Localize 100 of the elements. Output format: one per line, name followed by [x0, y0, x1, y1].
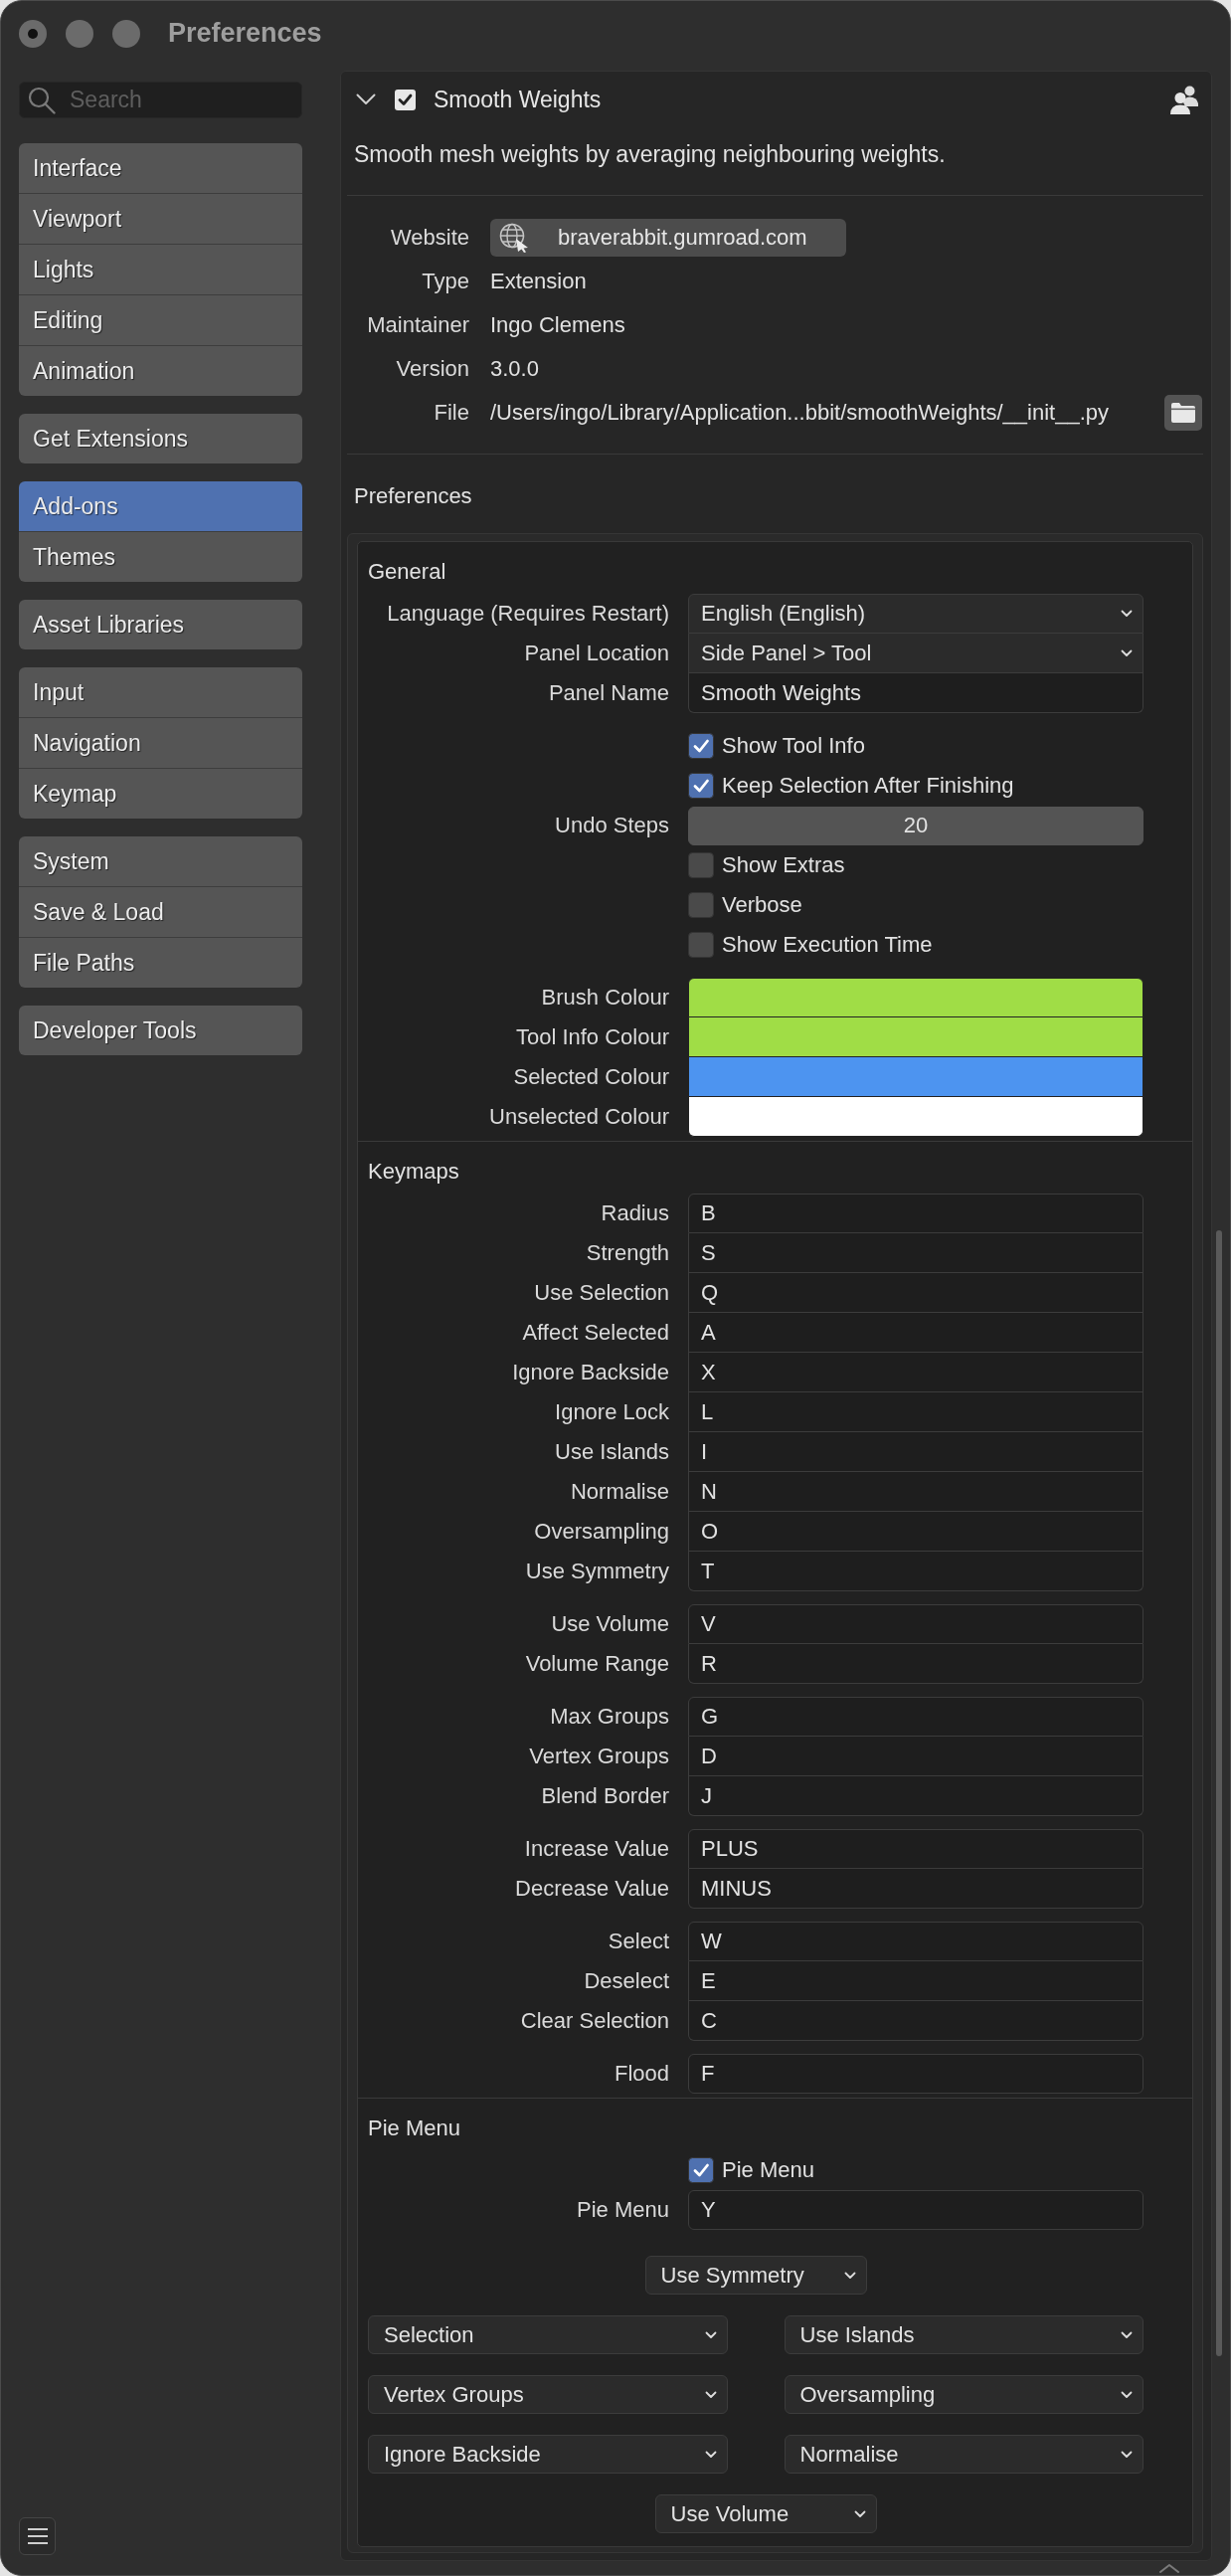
sidebar-item[interactable]: Interface	[19, 143, 302, 193]
shortcut-field[interactable]: V	[688, 1604, 1143, 1644]
chevron-down-icon[interactable]	[1121, 2390, 1133, 2399]
shortcut-field[interactable]: X	[688, 1353, 1143, 1392]
checkbox[interactable]	[688, 852, 714, 878]
users-icon[interactable]	[1170, 85, 1198, 114]
sidebar-item[interactable]: Navigation	[19, 717, 302, 768]
sidebar-item[interactable]: Animation	[19, 345, 302, 396]
info-value: 3.0.0	[490, 356, 539, 382]
dropdown[interactable]: Side Panel > Tool	[688, 634, 1143, 673]
checkbox[interactable]	[688, 892, 714, 918]
chevron-down-icon[interactable]	[1121, 2450, 1133, 2459]
shortcut-field[interactable]: O	[688, 1512, 1143, 1552]
section-heading: Preferences	[354, 483, 472, 508]
field-label: Ignore Backside	[512, 1360, 669, 1385]
checkbox-label: Pie Menu	[722, 2157, 814, 2183]
chevron-down-icon[interactable]	[704, 2390, 717, 2399]
chevron-up-icon[interactable]	[1158, 2563, 1180, 2573]
field-label: Affect Selected	[522, 1320, 669, 1346]
dropdown[interactable]: Oversampling	[784, 2375, 1143, 2414]
field-label: Use Symmetry	[525, 1559, 669, 1584]
number-field[interactable]: 20	[688, 806, 1143, 845]
sidebar-item[interactable]: Viewport	[19, 193, 302, 244]
chevron-down-icon[interactable]	[843, 2271, 856, 2280]
search-icon	[28, 86, 56, 114]
chevron-down-icon[interactable]	[704, 2450, 717, 2459]
info-label: Website	[390, 225, 469, 251]
shortcut-field[interactable]: D	[688, 1737, 1143, 1776]
sidebar-item[interactable]: Editing	[19, 294, 302, 345]
globe-icon[interactable]	[499, 223, 529, 253]
dropdown[interactable]: Vertex Groups	[368, 2375, 728, 2414]
folder-button[interactable]	[1164, 395, 1202, 431]
shortcut-field[interactable]: Q	[688, 1273, 1143, 1313]
checkbox[interactable]	[395, 89, 416, 110]
dropdown[interactable]: Selection	[368, 2315, 728, 2354]
checkbox[interactable]	[688, 2157, 714, 2183]
checkbox-label: Verbose	[722, 892, 802, 918]
window-close-icon[interactable]	[19, 19, 47, 48]
shortcut-field[interactable]: MINUS	[688, 1869, 1143, 1909]
shortcut-field[interactable]: J	[688, 1776, 1143, 1816]
section-title: Pie Menu	[368, 2116, 460, 2140]
dropdown[interactable]: Use Symmetry	[644, 2256, 867, 2295]
checkbox[interactable]	[688, 773, 714, 799]
scrollbar-thumb[interactable]	[1216, 1230, 1222, 2356]
shortcut-field[interactable]: B	[688, 1194, 1143, 1233]
checkbox-label: Keep Selection After Finishing	[722, 773, 1014, 799]
window-zoom-icon[interactable]	[112, 19, 140, 48]
sidebar-item[interactable]: Save & Load	[19, 886, 302, 937]
color-swatch[interactable]	[688, 1097, 1143, 1137]
window-minimize-icon[interactable]	[66, 19, 93, 48]
checkbox[interactable]	[688, 932, 714, 958]
chevron-down-icon[interactable]	[356, 93, 376, 105]
shortcut-field[interactable]: PLUS	[688, 1829, 1143, 1869]
chevron-down-icon[interactable]	[1121, 2330, 1133, 2339]
sidebar-item[interactable]: File Paths	[19, 937, 302, 988]
website-link[interactable]: braverabbit.gumroad.com	[490, 219, 846, 257]
sidebar-item[interactable]: Lights	[19, 244, 302, 294]
chevron-down-icon[interactable]	[1121, 610, 1133, 618]
shortcut-field[interactable]: R	[688, 1644, 1143, 1684]
shortcut-field[interactable]: N	[688, 1472, 1143, 1512]
menu-button[interactable]	[19, 2517, 56, 2555]
sidebar-item[interactable]: Add-ons	[19, 481, 302, 531]
sidebar-item[interactable]: System	[19, 836, 302, 886]
shortcut-field[interactable]: A	[688, 1313, 1143, 1353]
sidebar-item[interactable]: Developer Tools	[19, 1006, 302, 1055]
sidebar-item[interactable]: Input	[19, 667, 302, 717]
dropdown[interactable]: English (English)	[688, 594, 1143, 634]
addon-name: Smooth Weights	[434, 86, 602, 113]
shortcut-field[interactable]: E	[688, 1961, 1143, 2001]
chevron-down-icon[interactable]	[853, 2509, 866, 2518]
chevron-down-icon[interactable]	[704, 2330, 717, 2339]
text-field[interactable]: Smooth Weights	[688, 673, 1143, 713]
dropdown[interactable]: Ignore Backside	[368, 2435, 728, 2474]
color-swatch[interactable]	[688, 1057, 1143, 1097]
shortcut-field[interactable]: W	[688, 1922, 1143, 1961]
checkbox[interactable]	[688, 733, 714, 759]
field-label: Tool Info Colour	[515, 1024, 669, 1050]
shortcut-field[interactable]: T	[688, 1552, 1143, 1591]
dropdown[interactable]: Use Volume	[654, 2494, 877, 2533]
info-label: Version	[396, 356, 469, 382]
info-value: Extension	[490, 269, 587, 294]
shortcut-field[interactable]: I	[688, 1432, 1143, 1472]
shortcut-field[interactable]: F	[688, 2054, 1143, 2094]
sidebar-item[interactable]: Keymap	[19, 768, 302, 819]
menu-icon[interactable]	[27, 2528, 48, 2544]
dropdown[interactable]: Normalise	[784, 2435, 1143, 2474]
color-swatch[interactable]	[688, 1017, 1143, 1057]
shortcut-field[interactable]: G	[688, 1697, 1143, 1737]
sidebar-item[interactable]: Asset Libraries	[19, 600, 302, 649]
sidebar-item[interactable]: Get Extensions	[19, 414, 302, 463]
chevron-down-icon[interactable]	[1121, 648, 1133, 657]
dropdown[interactable]: Use Islands	[784, 2315, 1143, 2354]
shortcut-field[interactable]: Y	[688, 2190, 1143, 2230]
color-swatch[interactable]	[688, 978, 1143, 1017]
shortcut-field[interactable]: L	[688, 1392, 1143, 1432]
sidebar-item[interactable]: Themes	[19, 531, 302, 582]
section-title: General	[368, 559, 446, 584]
folder-icon[interactable]	[1170, 402, 1196, 424]
shortcut-field[interactable]: C	[688, 2001, 1143, 2041]
shortcut-field[interactable]: S	[688, 1233, 1143, 1273]
